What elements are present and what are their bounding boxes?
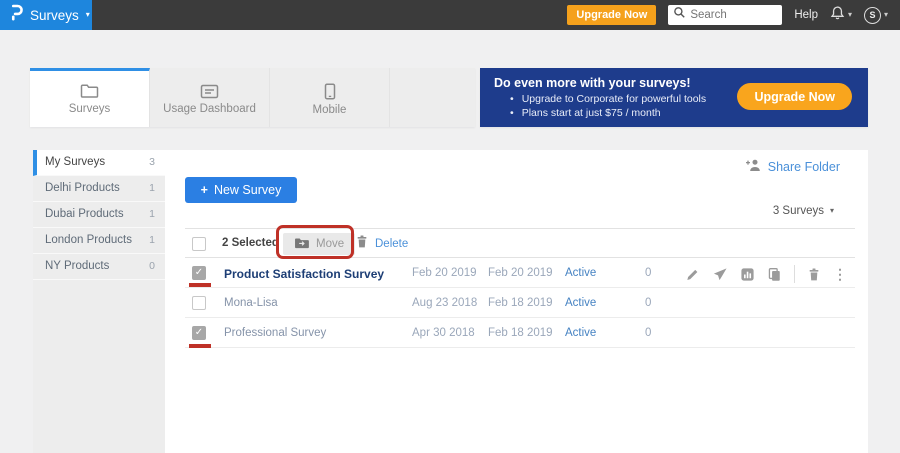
chevron-down-icon: ▾: [884, 11, 888, 19]
duplicate-icon[interactable]: [767, 267, 782, 282]
move-label: Move: [316, 238, 344, 250]
dashboard-icon: [200, 84, 219, 99]
search-input[interactable]: [690, 9, 774, 21]
chevron-down-icon: ▾: [86, 11, 90, 19]
modified-date: Feb 20 2019: [488, 267, 553, 279]
created-date: Apr 30 2018: [412, 327, 475, 339]
chevron-down-icon: ▾: [848, 11, 852, 19]
surveys-table: 2 Selected Move Delete ✓ Product Sat: [185, 228, 855, 348]
search-box[interactable]: [668, 5, 782, 25]
notifications-menu[interactable]: ▾: [830, 5, 852, 26]
tab-strip: Surveys Usage Dashboard Mobile: [30, 68, 475, 127]
sidebar-item-my-surveys[interactable]: My Surveys 3: [33, 150, 165, 176]
mobile-icon: [324, 83, 336, 100]
chevron-down-icon: ▾: [830, 207, 834, 215]
row-actions: ⋮: [685, 265, 847, 283]
selected-count-label: 2 Selected: [222, 237, 279, 249]
reports-icon[interactable]: [740, 267, 755, 282]
topbar-right: Upgrade Now Help ▾ S ▾: [567, 5, 900, 26]
tab-mobile[interactable]: Mobile: [270, 68, 390, 127]
bullet-dot-icon: •: [510, 106, 514, 120]
delete-action[interactable]: Delete: [355, 234, 408, 254]
folder-label: Dubai Products: [45, 202, 124, 227]
account-menu[interactable]: S ▾: [864, 7, 888, 24]
folder-label: Delhi Products: [45, 176, 120, 201]
status-badge[interactable]: Active: [565, 297, 596, 309]
send-icon[interactable]: [712, 267, 728, 282]
select-all-checkbox[interactable]: [192, 237, 206, 251]
bulk-actions-bar: 2 Selected Move Delete: [185, 228, 855, 258]
row-checkbox[interactable]: ✓: [192, 296, 206, 310]
product-switcher[interactable]: Surveys ▾: [0, 0, 92, 30]
topbar: Surveys ▾ Upgrade Now Help ▾ S ▾: [0, 0, 900, 30]
delete-label: Delete: [375, 238, 408, 250]
row-checkbox[interactable]: ✓: [192, 326, 206, 340]
folder-icon: [80, 83, 99, 99]
created-date: Feb 20 2019: [412, 267, 477, 279]
survey-title-link[interactable]: Professional Survey: [224, 327, 326, 339]
move-button[interactable]: Move: [283, 233, 355, 255]
surveys-panel: Share Folder +New Survey 3 Surveys ▾ 2 S…: [165, 150, 868, 453]
modified-date: Feb 18 2019: [488, 327, 553, 339]
survey-title-link[interactable]: Product Satisfaction Survey: [224, 267, 384, 281]
banner-upgrade-button[interactable]: Upgrade Now: [737, 83, 852, 110]
edit-icon[interactable]: [685, 267, 700, 282]
share-folder-link[interactable]: Share Folder: [745, 158, 840, 175]
folder-label: My Surveys: [45, 150, 105, 175]
search-icon: [673, 6, 686, 24]
help-link[interactable]: Help: [794, 9, 818, 21]
surveys-count-dropdown[interactable]: 3 Surveys ▾: [773, 205, 834, 217]
trash-icon[interactable]: [807, 267, 821, 282]
responses-count: 0: [645, 327, 651, 339]
modified-date: Feb 18 2019: [488, 297, 553, 309]
more-options-icon[interactable]: ⋮: [833, 266, 847, 282]
person-add-icon: [745, 158, 761, 175]
tab-label: Usage Dashboard: [163, 103, 256, 115]
table-row: ✓ Mona-Lisa Aug 23 2018 Feb 18 2019 Acti…: [185, 288, 855, 318]
status-badge[interactable]: Active: [565, 327, 596, 339]
folder-label: London Products: [45, 228, 132, 253]
new-survey-button[interactable]: +New Survey: [185, 177, 297, 203]
avatar: S: [864, 7, 881, 24]
surveys-count-label: 3 Surveys: [773, 205, 824, 217]
tab-label: Surveys: [69, 103, 111, 115]
sidebar-item-delhi-products[interactable]: Delhi Products 1: [33, 176, 165, 202]
folder-count: 1: [149, 176, 155, 201]
folder-count: 3: [149, 150, 155, 175]
upgrade-now-button[interactable]: Upgrade Now: [567, 5, 656, 25]
sidebar-item-london-products[interactable]: London Products 1: [33, 228, 165, 254]
tab-label: Mobile: [313, 104, 347, 116]
table-row: ✓ Product Satisfaction Survey Feb 20 201…: [185, 258, 855, 288]
folder-label: NY Products: [45, 254, 109, 279]
sidebar-item-ny-products[interactable]: NY Products 0: [33, 254, 165, 280]
move-to-folder-icon: [294, 237, 309, 252]
survey-title-link[interactable]: Mona-Lisa: [224, 297, 278, 309]
folder-count: 1: [149, 228, 155, 253]
share-folder-label: Share Folder: [768, 160, 840, 174]
row-checkbox[interactable]: ✓: [192, 266, 206, 280]
folder-count: 1: [149, 202, 155, 227]
created-date: Aug 23 2018: [412, 297, 477, 309]
divider: [794, 265, 795, 283]
bullet-dot-icon: •: [510, 92, 514, 106]
responses-count: 0: [645, 267, 651, 279]
trash-icon: [355, 234, 369, 254]
responses-count: 0: [645, 297, 651, 309]
folder-count: 0: [149, 254, 155, 279]
tab-usage-dashboard[interactable]: Usage Dashboard: [150, 68, 270, 127]
bell-icon: [830, 5, 845, 26]
app-page: Surveys ▾ Upgrade Now Help ▾ S ▾: [0, 0, 900, 453]
sidebar-item-dubai-products[interactable]: Dubai Products 1: [33, 202, 165, 228]
status-badge[interactable]: Active: [565, 267, 596, 279]
plus-icon: +: [201, 183, 208, 197]
folders-sidebar: My Surveys 3 Delhi Products 1 Dubai Prod…: [33, 150, 165, 453]
proprofs-logo-icon: [10, 4, 23, 26]
table-row: ✓ Professional Survey Apr 30 2018 Feb 18…: [185, 318, 855, 348]
upsell-banner: Do even more with your surveys! •Upgrade…: [480, 68, 868, 127]
tab-surveys[interactable]: Surveys: [30, 68, 150, 127]
product-label: Surveys: [30, 8, 79, 23]
